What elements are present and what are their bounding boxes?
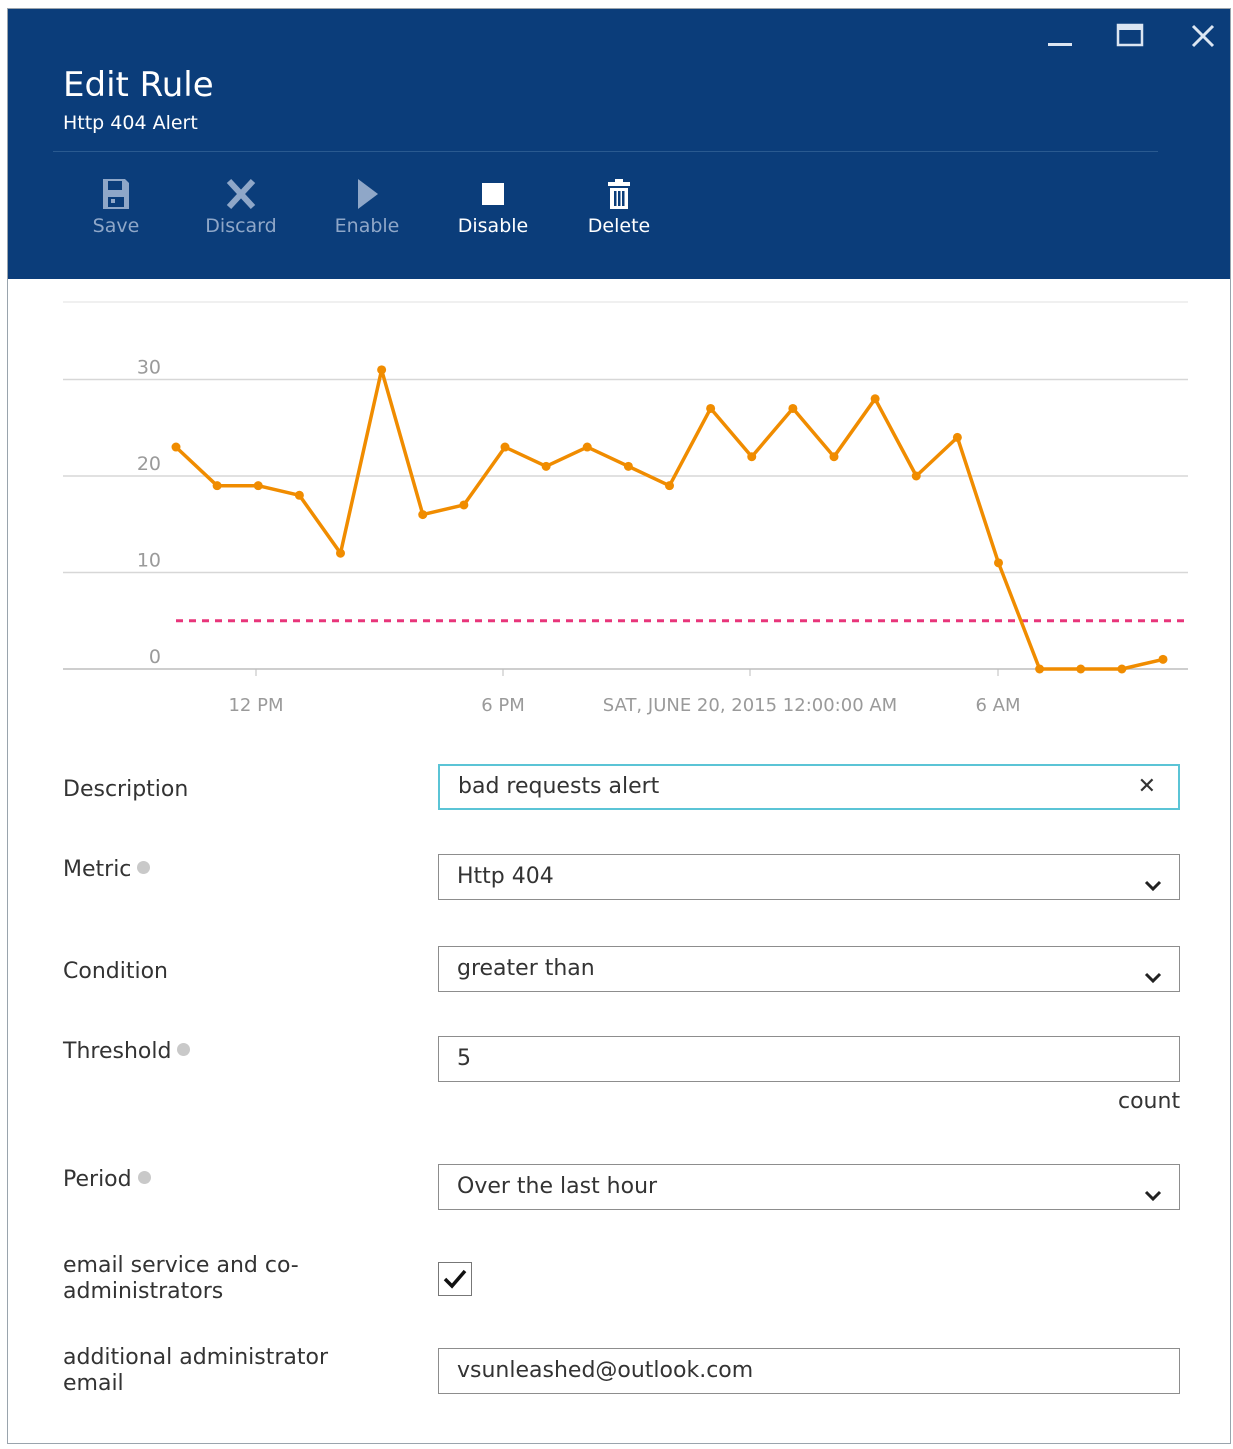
maximize-icon[interactable] — [1115, 21, 1145, 58]
enable-button[interactable]: Enable — [317, 177, 417, 237]
data-point[interactable] — [500, 442, 510, 452]
info-icon[interactable] — [137, 861, 151, 874]
data-point[interactable] — [706, 403, 716, 413]
description-value: bad requests alert — [458, 774, 660, 799]
data-point[interactable] — [952, 432, 962, 442]
data-point[interactable] — [1076, 664, 1086, 674]
data-point[interactable] — [582, 442, 592, 452]
email-admins-label-line2: administrators — [63, 1279, 224, 1304]
data-point[interactable] — [212, 481, 222, 491]
y-tick-label: 0 — [149, 646, 161, 668]
description-input[interactable]: bad requests alert ✕ — [438, 764, 1180, 810]
data-point[interactable] — [336, 548, 345, 558]
trash-icon — [569, 177, 669, 215]
condition-value: greater than — [457, 956, 595, 981]
data-point[interactable] — [418, 510, 428, 520]
email-admins-label-line1: email service and co- — [63, 1253, 299, 1278]
condition-label: Condition — [63, 959, 168, 984]
data-point[interactable] — [747, 452, 757, 462]
period-label: Period — [63, 1167, 151, 1193]
series-line — [174, 368, 1164, 671]
threshold-label: Threshold — [63, 1039, 191, 1065]
additional-email-label-line1: additional administrator — [63, 1345, 329, 1370]
metric-chart: 0 10 20 30 12 PM 6 PM SAT, JUNE 20, 2015 12:0… — [63, 301, 1188, 716]
save-icon — [66, 177, 166, 215]
delete-button[interactable]: Delete — [569, 177, 669, 237]
y-tick-label: 30 — [137, 357, 161, 379]
data-point[interactable] — [870, 394, 880, 404]
chevron-down-icon — [1143, 1178, 1163, 1222]
close-icon[interactable] — [1188, 21, 1218, 58]
delete-label: Delete — [587, 215, 651, 237]
discard-button[interactable]: Discard — [191, 177, 291, 237]
data-point[interactable] — [1117, 664, 1127, 674]
additional-email-label: additional administrator email — [63, 1345, 328, 1397]
disable-label: Disable — [457, 215, 529, 237]
chevron-down-icon — [1143, 868, 1163, 912]
blade-header: Edit Rule Http 404 Alert Save Discard En… — [8, 9, 1230, 279]
data-point[interactable] — [911, 471, 921, 481]
description-label: Description — [63, 777, 189, 802]
data-point[interactable] — [623, 461, 633, 471]
x-tick-label: 12 PM — [228, 695, 283, 716]
metric-label: Metric — [63, 857, 151, 883]
enable-label: Enable — [334, 215, 400, 237]
data-point[interactable] — [1158, 654, 1168, 664]
page-title: Edit Rule — [63, 65, 214, 105]
additional-email-input[interactable]: vsunleashed@outlook.com — [438, 1348, 1180, 1394]
x-tick-label: 6 PM — [481, 695, 525, 716]
metric-value: Http 404 — [457, 864, 554, 889]
period-value: Over the last hour — [457, 1174, 658, 1199]
discard-icon — [191, 177, 291, 215]
x-tick-label: 6 AM — [975, 695, 1020, 716]
disable-button[interactable]: Disable — [443, 177, 543, 237]
data-point[interactable] — [994, 558, 1003, 568]
stop-icon — [443, 177, 543, 215]
data-point[interactable] — [788, 403, 798, 413]
y-tick-label: 20 — [137, 453, 161, 475]
additional-email-value: vsunleashed@outlook.com — [457, 1358, 754, 1383]
y-tick-label: 10 — [137, 550, 161, 572]
info-icon[interactable] — [177, 1043, 191, 1056]
email-admins-label: email service and co- administrators — [63, 1253, 299, 1305]
data-point[interactable] — [294, 490, 304, 500]
threshold-input[interactable]: 5 — [438, 1036, 1180, 1082]
info-icon[interactable] — [137, 1171, 151, 1184]
checkmark-icon — [443, 1269, 467, 1289]
data-point[interactable] — [829, 452, 839, 462]
period-select[interactable]: Over the last hour — [438, 1164, 1180, 1210]
page-subtitle: Http 404 Alert — [63, 112, 198, 134]
threshold-value: 5 — [457, 1046, 471, 1071]
email-admins-checkbox[interactable] — [438, 1262, 472, 1296]
data-point[interactable] — [377, 365, 387, 375]
save-label: Save — [92, 215, 140, 237]
data-point[interactable] — [171, 442, 181, 452]
data-point[interactable] — [253, 481, 263, 491]
period-label-text: Period — [63, 1167, 132, 1192]
data-point[interactable] — [1035, 664, 1045, 674]
data-point[interactable] — [459, 500, 469, 510]
chevron-down-icon — [1143, 960, 1163, 1004]
data-point[interactable] — [541, 461, 551, 471]
discard-label: Discard — [205, 215, 277, 237]
threshold-label-text: Threshold — [63, 1039, 172, 1064]
edit-rule-blade: Edit Rule Http 404 Alert Save Discard En… — [7, 8, 1231, 1444]
minimize-icon[interactable] — [1045, 21, 1075, 58]
metric-label-text: Metric — [63, 857, 132, 882]
clear-icon[interactable]: ✕ — [1138, 766, 1156, 808]
threshold-unit: count — [1118, 1089, 1181, 1114]
header-divider — [53, 151, 1158, 152]
condition-select[interactable]: greater than — [438, 946, 1180, 992]
save-button[interactable]: Save — [66, 177, 166, 237]
x-tick-label: SAT, JUNE 20, 2015 12:00:00 AM — [603, 695, 897, 716]
data-point[interactable] — [665, 481, 674, 491]
play-icon — [317, 177, 417, 215]
metric-select[interactable]: Http 404 — [438, 854, 1180, 900]
additional-email-label-line2: email — [63, 1371, 124, 1396]
